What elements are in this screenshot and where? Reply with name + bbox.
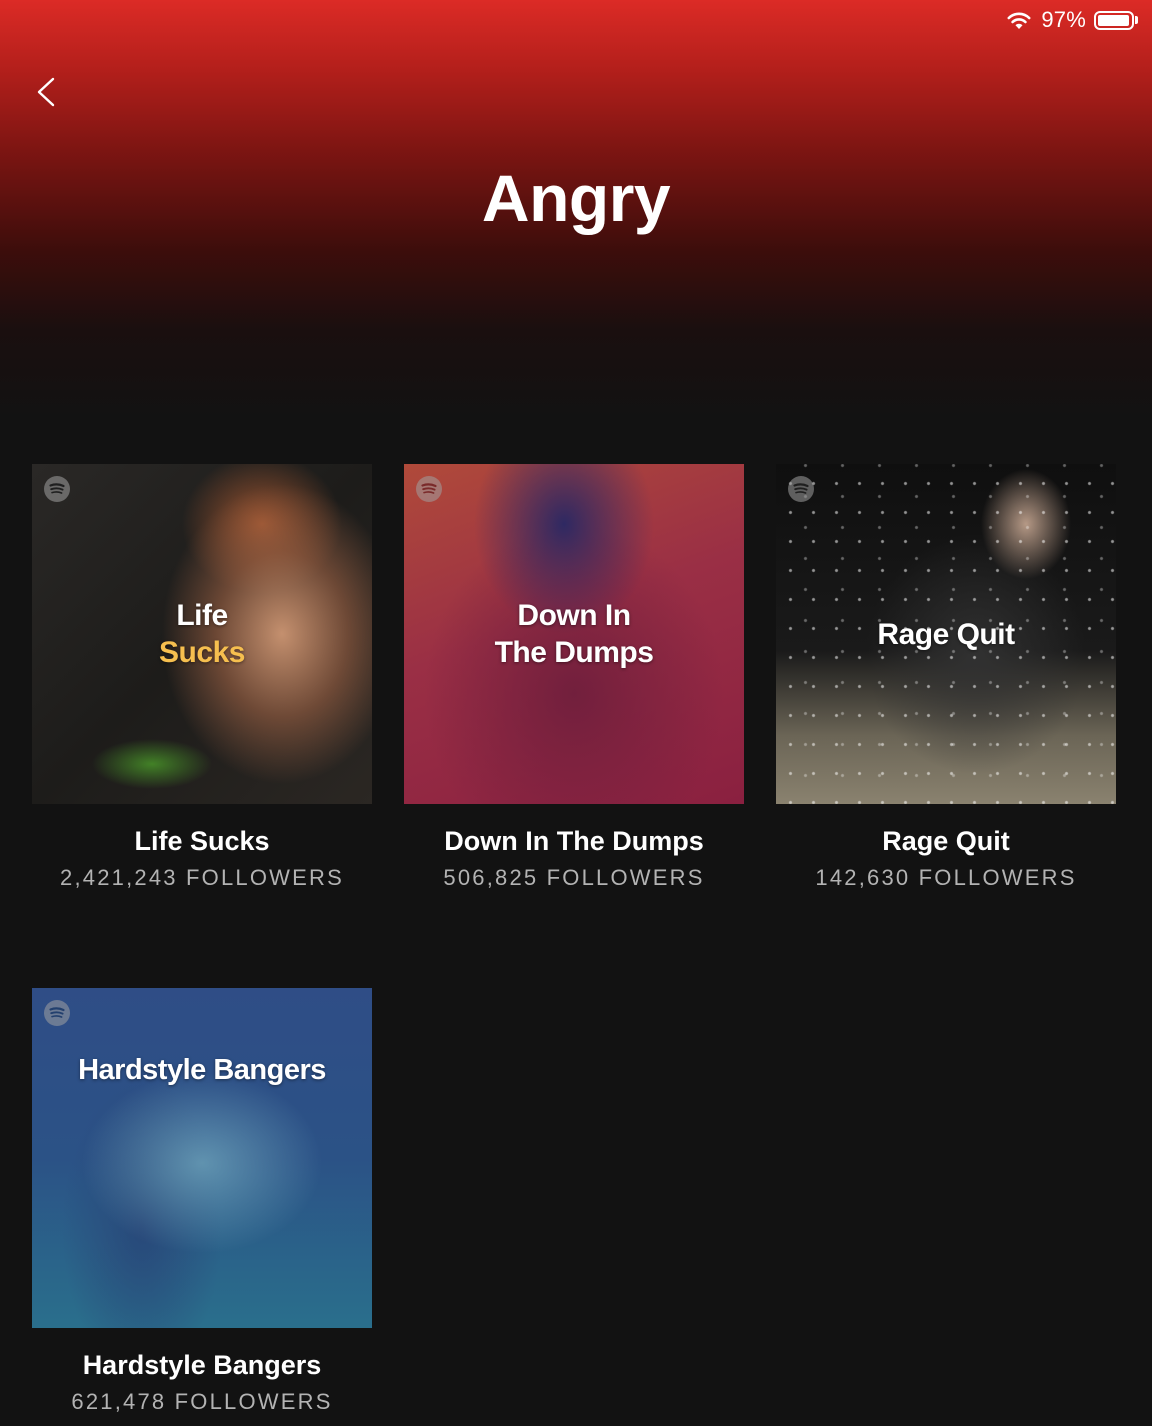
cover-title-line: The Dumps xyxy=(494,636,654,669)
cover-title-line: Rage Quit xyxy=(877,618,1015,651)
followers-label: FOLLOWERS xyxy=(918,865,1077,890)
page-title: Angry xyxy=(481,161,671,235)
cover-title: Down In The Dumps xyxy=(404,597,744,671)
spotify-logo-icon xyxy=(44,1000,70,1026)
followers-label: FOLLOWERS xyxy=(174,1389,333,1414)
chevron-left-icon xyxy=(37,77,55,107)
cover-title-line: Life xyxy=(176,599,228,632)
playlist-name[interactable]: Rage Quit xyxy=(776,824,1116,858)
playlist-name[interactable]: Hardstyle Bangers xyxy=(32,1348,372,1382)
cover-title-line: Hardstyle Bangers xyxy=(78,1054,326,1086)
battery-body xyxy=(1094,10,1134,30)
back-button[interactable] xyxy=(28,70,68,114)
followers-number: 506,825 xyxy=(443,865,539,890)
playlist-cover[interactable]: Hardstyle Bangers xyxy=(32,988,372,1328)
followers-number: 621,478 xyxy=(71,1389,167,1414)
spotify-logo-icon xyxy=(416,476,442,502)
playlist-name[interactable]: Life Sucks xyxy=(32,824,372,858)
playlist-category-page: 97% Angry Life Sucks Life Sucks 2,421,24… xyxy=(0,0,1152,1426)
followers-number: 142,630 xyxy=(815,865,911,890)
playlist-cover[interactable]: Rage Quit xyxy=(776,464,1116,804)
spotify-logo-icon xyxy=(788,476,814,502)
followers-count: 506,825 FOLLOWERS xyxy=(404,865,744,891)
spotify-logo-icon xyxy=(44,476,70,502)
cover-title-line: Sucks xyxy=(159,636,245,669)
battery-cap xyxy=(1135,16,1138,24)
cover-title: Rage Quit xyxy=(776,616,1116,653)
wifi-icon xyxy=(1007,12,1031,29)
playlist-card-life-sucks[interactable]: Life Sucks Life Sucks 2,421,243 FOLLOWER… xyxy=(32,464,372,891)
followers-count: 621,478 FOLLOWERS xyxy=(32,1389,372,1415)
cover-title-line: Down In xyxy=(517,599,631,632)
followers-label: FOLLOWERS xyxy=(186,865,344,890)
playlist-card-rage-quit[interactable]: Rage Quit Rage Quit 142,630 FOLLOWERS xyxy=(776,464,1116,891)
cover-title: Life Sucks xyxy=(32,597,372,671)
status-bar: 97% xyxy=(1005,4,1138,36)
cover-title: Hardstyle Bangers xyxy=(32,1052,372,1089)
playlist-grid: Life Sucks Life Sucks 2,421,243 FOLLOWER… xyxy=(32,464,1116,1426)
playlist-card-hardstyle-bangers[interactable]: Hardstyle Bangers Hardstyle Bangers 621,… xyxy=(32,988,372,1415)
followers-label: FOLLOWERS xyxy=(546,865,705,890)
playlist-name[interactable]: Down In The Dumps xyxy=(404,824,744,858)
battery-fill xyxy=(1098,14,1130,26)
followers-number: 2,421,243 xyxy=(60,865,178,890)
playlist-cover[interactable]: Life Sucks xyxy=(32,464,372,804)
playlist-cover[interactable]: Down In The Dumps xyxy=(404,464,744,804)
battery-icon xyxy=(1094,10,1138,30)
playlist-card-down-in-the-dumps[interactable]: Down In The Dumps Down In The Dumps 506,… xyxy=(404,464,744,891)
battery-percentage: 97% xyxy=(1041,7,1086,32)
followers-count: 142,630 FOLLOWERS xyxy=(776,865,1116,891)
followers-count: 2,421,243 FOLLOWERS xyxy=(32,865,372,891)
